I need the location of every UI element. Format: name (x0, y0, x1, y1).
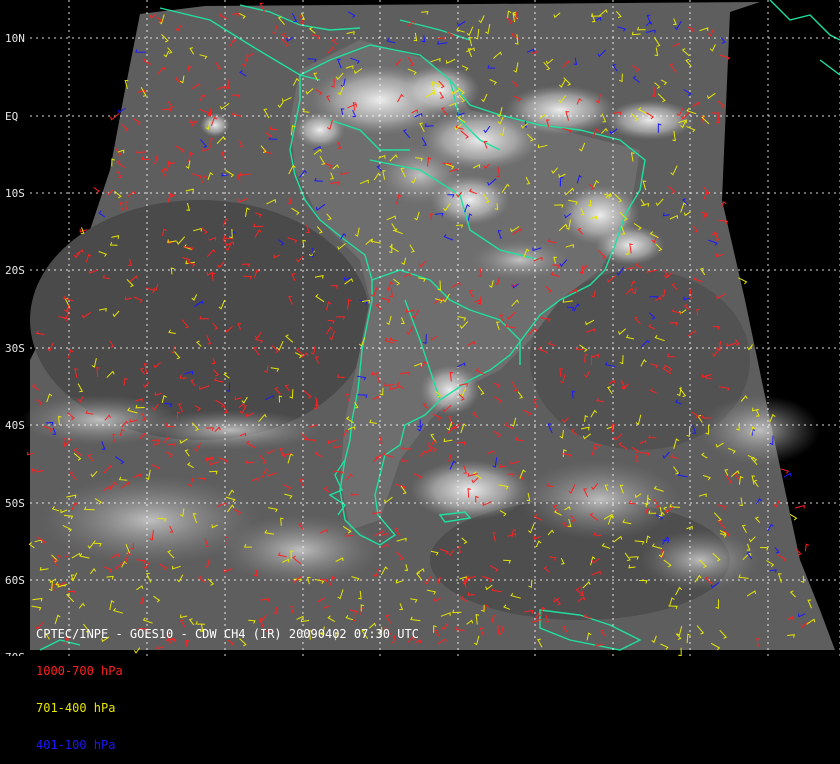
satellite-image: 10NEQ10S20S30S40S50S60S70S 110W100W90W80… (0, 0, 840, 680)
lat-label: EQ (5, 110, 18, 123)
wind-barb (805, 543, 810, 552)
legend-high-level: 401-100 hPa (36, 738, 116, 752)
lat-label: 40S (5, 419, 25, 432)
legend-mid-level: 701-400 hPa (36, 701, 116, 715)
wind-barb (780, 468, 790, 474)
lat-label: 10S (5, 187, 25, 200)
lat-label: 20S (5, 264, 25, 277)
wind-barb (794, 504, 805, 509)
lat-label: 10N (5, 32, 25, 45)
wind-barb (110, 113, 120, 121)
lat-label: 50S (5, 497, 25, 510)
caption-title: CPTEC/INPE - GOES10 - CDW CH4 (IR) 20090… (36, 627, 419, 641)
legend-low-level: 1000-700 hPa (36, 664, 123, 678)
wind-barb (93, 187, 100, 194)
wind-barb (783, 472, 792, 478)
lat-label: 30S (5, 342, 25, 355)
image-caption: CPTEC/INPE - GOES10 - CDW CH4 (IR) 20090… (36, 604, 419, 764)
latitude-labels: 10NEQ10S20S30S40S50S60S70S (5, 32, 25, 664)
lat-label: 60S (5, 574, 25, 587)
satellite-map-frame: 10NEQ10S20S30S40S50S60S70S 110W100W90W80… (0, 0, 840, 751)
